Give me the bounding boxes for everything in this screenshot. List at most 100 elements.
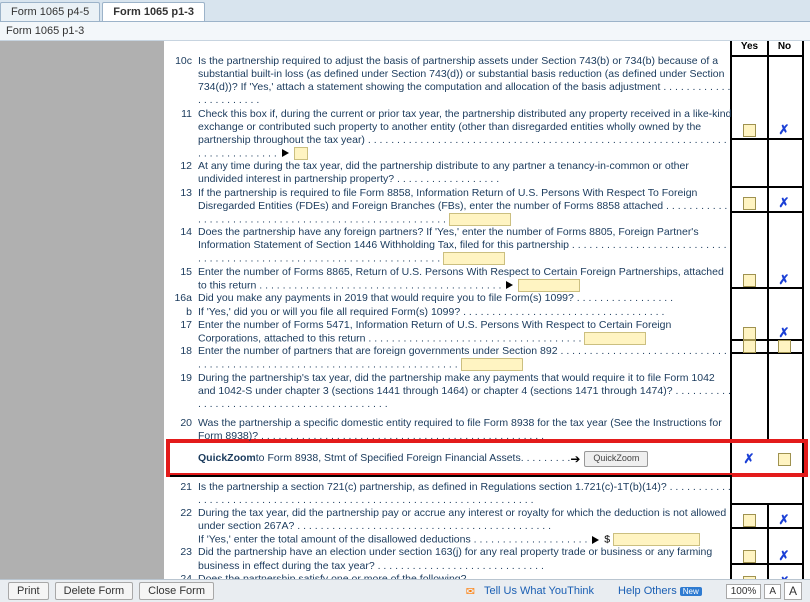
field-14[interactable]	[443, 252, 505, 265]
field-22-amount[interactable]	[613, 533, 700, 546]
mark-10c-no: ✗	[778, 124, 790, 135]
quickzoom-button[interactable]: QuickZoom	[584, 451, 648, 466]
mark-20-yes: ✗	[743, 453, 755, 464]
row-20: 20 Was the partnership a specific domest…	[170, 417, 732, 443]
row-12: 12 At any time during the tax year, did …	[170, 160, 732, 186]
mark-14-no: ✗	[778, 274, 790, 285]
text-16b: If 'Yes,' did you or will you file all r…	[198, 306, 732, 319]
num-24: 24	[170, 573, 198, 579]
tab-form-1065-p1-3[interactable]: Form 1065 p1-3	[102, 2, 205, 21]
row-14: 14 Does the partnership have any foreign…	[170, 226, 732, 266]
print-button[interactable]: Print	[8, 582, 49, 600]
field-17[interactable]	[584, 332, 646, 345]
row-24: 24 Does the partnership satisfy one or m…	[170, 573, 732, 579]
subtab-bar: Form 1065 p1-3	[0, 22, 810, 41]
text-15: Enter the number of Forms 8865, Return o…	[198, 266, 732, 293]
num-23: 23	[170, 546, 198, 572]
work-area: Yes No ✗ ✗ ✗	[0, 41, 810, 579]
delete-form-button[interactable]: Delete Form	[55, 582, 134, 600]
text-13: If the partnership is required to file F…	[198, 187, 732, 227]
num-20: 20	[170, 417, 198, 443]
text-21: Is the partnership a section 721(c) part…	[198, 481, 732, 507]
quickzoom-label-rest: to Form 8938, Stmt of Specified Foreign …	[256, 452, 521, 465]
checkbox-16b-no[interactable]	[778, 340, 791, 353]
text-19: During the partnership's tax year, did t…	[198, 372, 732, 411]
text-17: Enter the number of Forms 5471, Informat…	[198, 319, 732, 346]
num-18: 18	[170, 345, 198, 372]
row-13: 13 If the partnership is required to fil…	[170, 187, 732, 227]
checkbox-16b-yes[interactable]	[743, 340, 756, 353]
checkbox-21-yes[interactable]	[743, 514, 756, 527]
row-16a: 16a Did you make any payments in 2019 th…	[170, 292, 732, 305]
row-17: 17 Enter the number of Forms 5471, Infor…	[170, 319, 732, 346]
num-16a: 16a	[170, 292, 198, 305]
checkbox-23-yes[interactable]	[743, 576, 756, 579]
row-16b: b If 'Yes,' did you or will you file all…	[170, 306, 732, 319]
num-14: 14	[170, 226, 198, 266]
row-19: 19 During the partnership's tax year, di…	[170, 372, 732, 411]
app-window: Form 1065 p4-5 Form 1065 p1-3 Form 1065 …	[0, 0, 810, 602]
field-11[interactable]	[294, 147, 308, 160]
num-12: 12	[170, 160, 198, 186]
row-18: 18 Enter the number of partners that are…	[170, 345, 732, 372]
mark-21-no: ✗	[778, 514, 790, 525]
checkbox-20-no[interactable]	[778, 453, 791, 466]
font-size-a-large[interactable]: A	[784, 582, 802, 600]
text-22: During the tax year, did the partnership…	[198, 507, 732, 547]
mark-16a-no: ✗	[778, 327, 790, 338]
text-12: At any time during the tax year, did the…	[198, 160, 732, 186]
checkbox-12-yes[interactable]	[743, 197, 756, 210]
row-22: 22 During the tax year, did the partners…	[170, 507, 732, 547]
row-23: 23 Did the partnership have an election …	[170, 546, 732, 572]
row-15: 15 Enter the number of Forms 8865, Retur…	[170, 266, 732, 293]
mark-23-no: ✗	[778, 576, 790, 579]
field-18[interactable]	[461, 358, 523, 371]
num-17: 17	[170, 319, 198, 346]
document-tabs: Form 1065 p4-5 Form 1065 p1-3	[0, 0, 810, 22]
zoom-controls: 100% A A	[726, 582, 802, 600]
field-13[interactable]	[449, 213, 511, 226]
checkbox-14-yes[interactable]	[743, 274, 756, 287]
arrow-icon	[282, 149, 289, 157]
text-16a: Did you make any payments in 2019 that w…	[198, 292, 732, 305]
yes-no-columns: Yes No ✗ ✗ ✗	[730, 41, 804, 579]
form-page: Yes No ✗ ✗ ✗	[164, 41, 810, 579]
num-11: 11	[170, 108, 198, 161]
arrow-icon: ➔	[570, 452, 580, 467]
num-15: 15	[170, 266, 198, 293]
text-10c: Is the partnership required to adjust th…	[198, 55, 732, 108]
checkbox-16a-yes[interactable]	[743, 327, 756, 340]
row-11: 11 Check this box if, during the current…	[170, 108, 732, 161]
section-divider	[170, 475, 732, 477]
text-18: Enter the number of partners that are fo…	[198, 345, 732, 372]
text-24: Does the partnership satisfy one or more…	[198, 573, 732, 579]
quickzoom-row: QuickZoom to Form 8938, Stmt of Specifie…	[198, 451, 732, 466]
subtab-label: Form 1065 p1-3	[6, 25, 84, 37]
text-20: Was the partnership a specific domestic …	[198, 417, 732, 443]
footer-bar: Print Delete Form Close Form ✉ Tell Us W…	[0, 579, 810, 602]
left-gutter	[0, 41, 164, 579]
column-header-yes: Yes	[732, 41, 767, 55]
row-21: 21 Is the partnership a section 721(c) p…	[170, 481, 732, 507]
quickzoom-label-bold: QuickZoom	[198, 452, 256, 465]
field-15[interactable]	[518, 279, 580, 292]
num-19: 19	[170, 372, 198, 411]
column-header-no: No	[767, 41, 802, 55]
tab-form-1065-p4-5[interactable]: Form 1065 p4-5	[0, 2, 100, 21]
row-10c: 10c Is the partnership required to adjus…	[170, 55, 732, 108]
num-22: 22	[170, 507, 198, 547]
num-10c: 10c	[170, 55, 198, 108]
envelope-icon: ✉	[466, 585, 475, 598]
tell-us-link[interactable]: Tell Us What YouThink	[484, 585, 594, 597]
arrow-icon	[592, 536, 599, 544]
checkbox-22-yes[interactable]	[743, 550, 756, 563]
new-badge: New	[680, 587, 702, 596]
close-form-button[interactable]: Close Form	[139, 582, 214, 600]
help-others-link[interactable]: Help OthersNew	[618, 585, 702, 597]
mark-12-no: ✗	[778, 197, 790, 208]
text-23: Did the partnership have an election und…	[198, 546, 732, 572]
zoom-value[interactable]: 100%	[726, 584, 762, 599]
question-rows: 10c Is the partnership required to adjus…	[170, 41, 732, 579]
font-size-a[interactable]: A	[764, 584, 781, 599]
checkbox-10c-yes[interactable]	[743, 124, 756, 137]
